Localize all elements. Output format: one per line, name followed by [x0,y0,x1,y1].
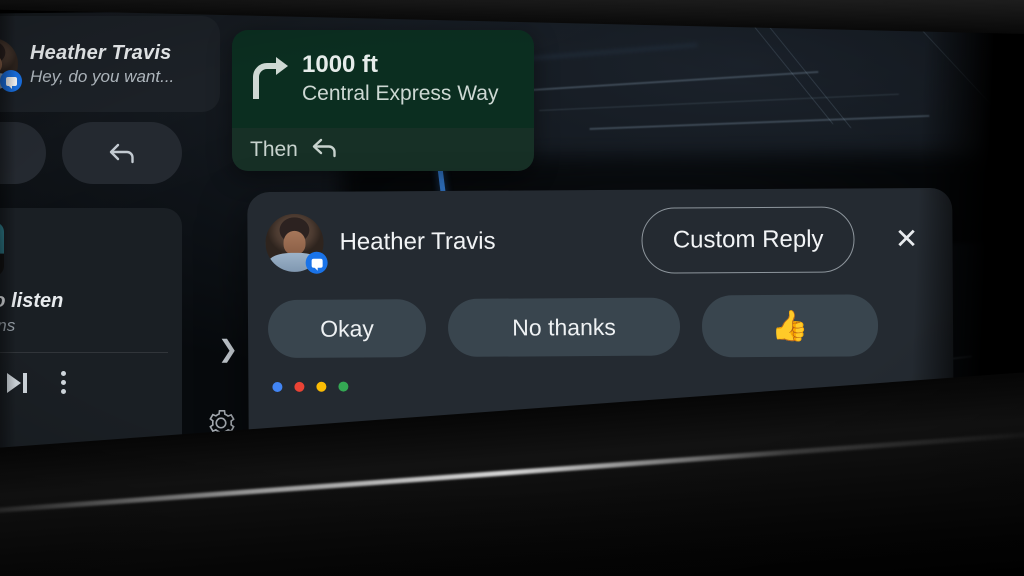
reply-button[interactable] [62,122,182,184]
custom-reply-button[interactable]: Custom Reply [641,206,855,274]
assistant-dot-yellow [316,381,327,392]
more-options-button[interactable] [61,371,66,394]
navigation-primary: 1000 ft Central Express Way [232,30,534,128]
notification-actions [0,122,182,184]
track-artist: el Evans [0,316,168,336]
divider [0,352,168,353]
navigation-distance: 1000 ft [302,51,379,79]
assistant-dot-red [294,381,305,392]
messages-icon [305,251,328,274]
notification-sender: Heather Travis [30,41,172,64]
media-card[interactable]: got to listen el Evans [0,208,182,458]
navigation-then-label: Then [250,137,298,161]
reply-arrow-icon [107,142,137,164]
car-display: Heather Travis Hey, do you want... go [0,0,1024,576]
reply-dialog-header: Heather Travis Custom Reply ✕ [247,188,952,276]
quick-reply-okay[interactable]: Okay [267,299,427,359]
avatar [265,213,328,274]
u-turn-left-icon [310,136,340,163]
map-road [518,70,819,92]
notification-preview: Hey, do you want... [30,66,175,86]
navigation-street: Central Express Way [302,81,499,105]
map-road [539,93,899,112]
assistant-dot-blue [272,381,283,393]
quick-reply-chips: Okay No thanks 👍 [248,272,953,360]
left-rail: Heather Travis Hey, do you want... go [0,10,220,472]
reply-dialog-sender: Heather Travis [339,227,496,256]
track-title: got to listen [0,290,64,312]
map-road [589,114,930,130]
quick-reply-thumbs-up[interactable]: 👍 [701,294,879,358]
message-notification-card[interactable]: Heather Travis Hey, do you want... [0,16,220,112]
navigation-then-bar: Then [232,128,534,171]
quick-reply-no-thanks[interactable]: No thanks [447,297,681,357]
turn-right-icon [248,51,290,108]
chevron-right-icon[interactable]: ❯ [218,338,238,362]
media-controls [0,371,168,394]
assistant-dot-green [338,381,349,392]
navigation-card[interactable]: 1000 ft Central Express Way Then [232,30,534,171]
